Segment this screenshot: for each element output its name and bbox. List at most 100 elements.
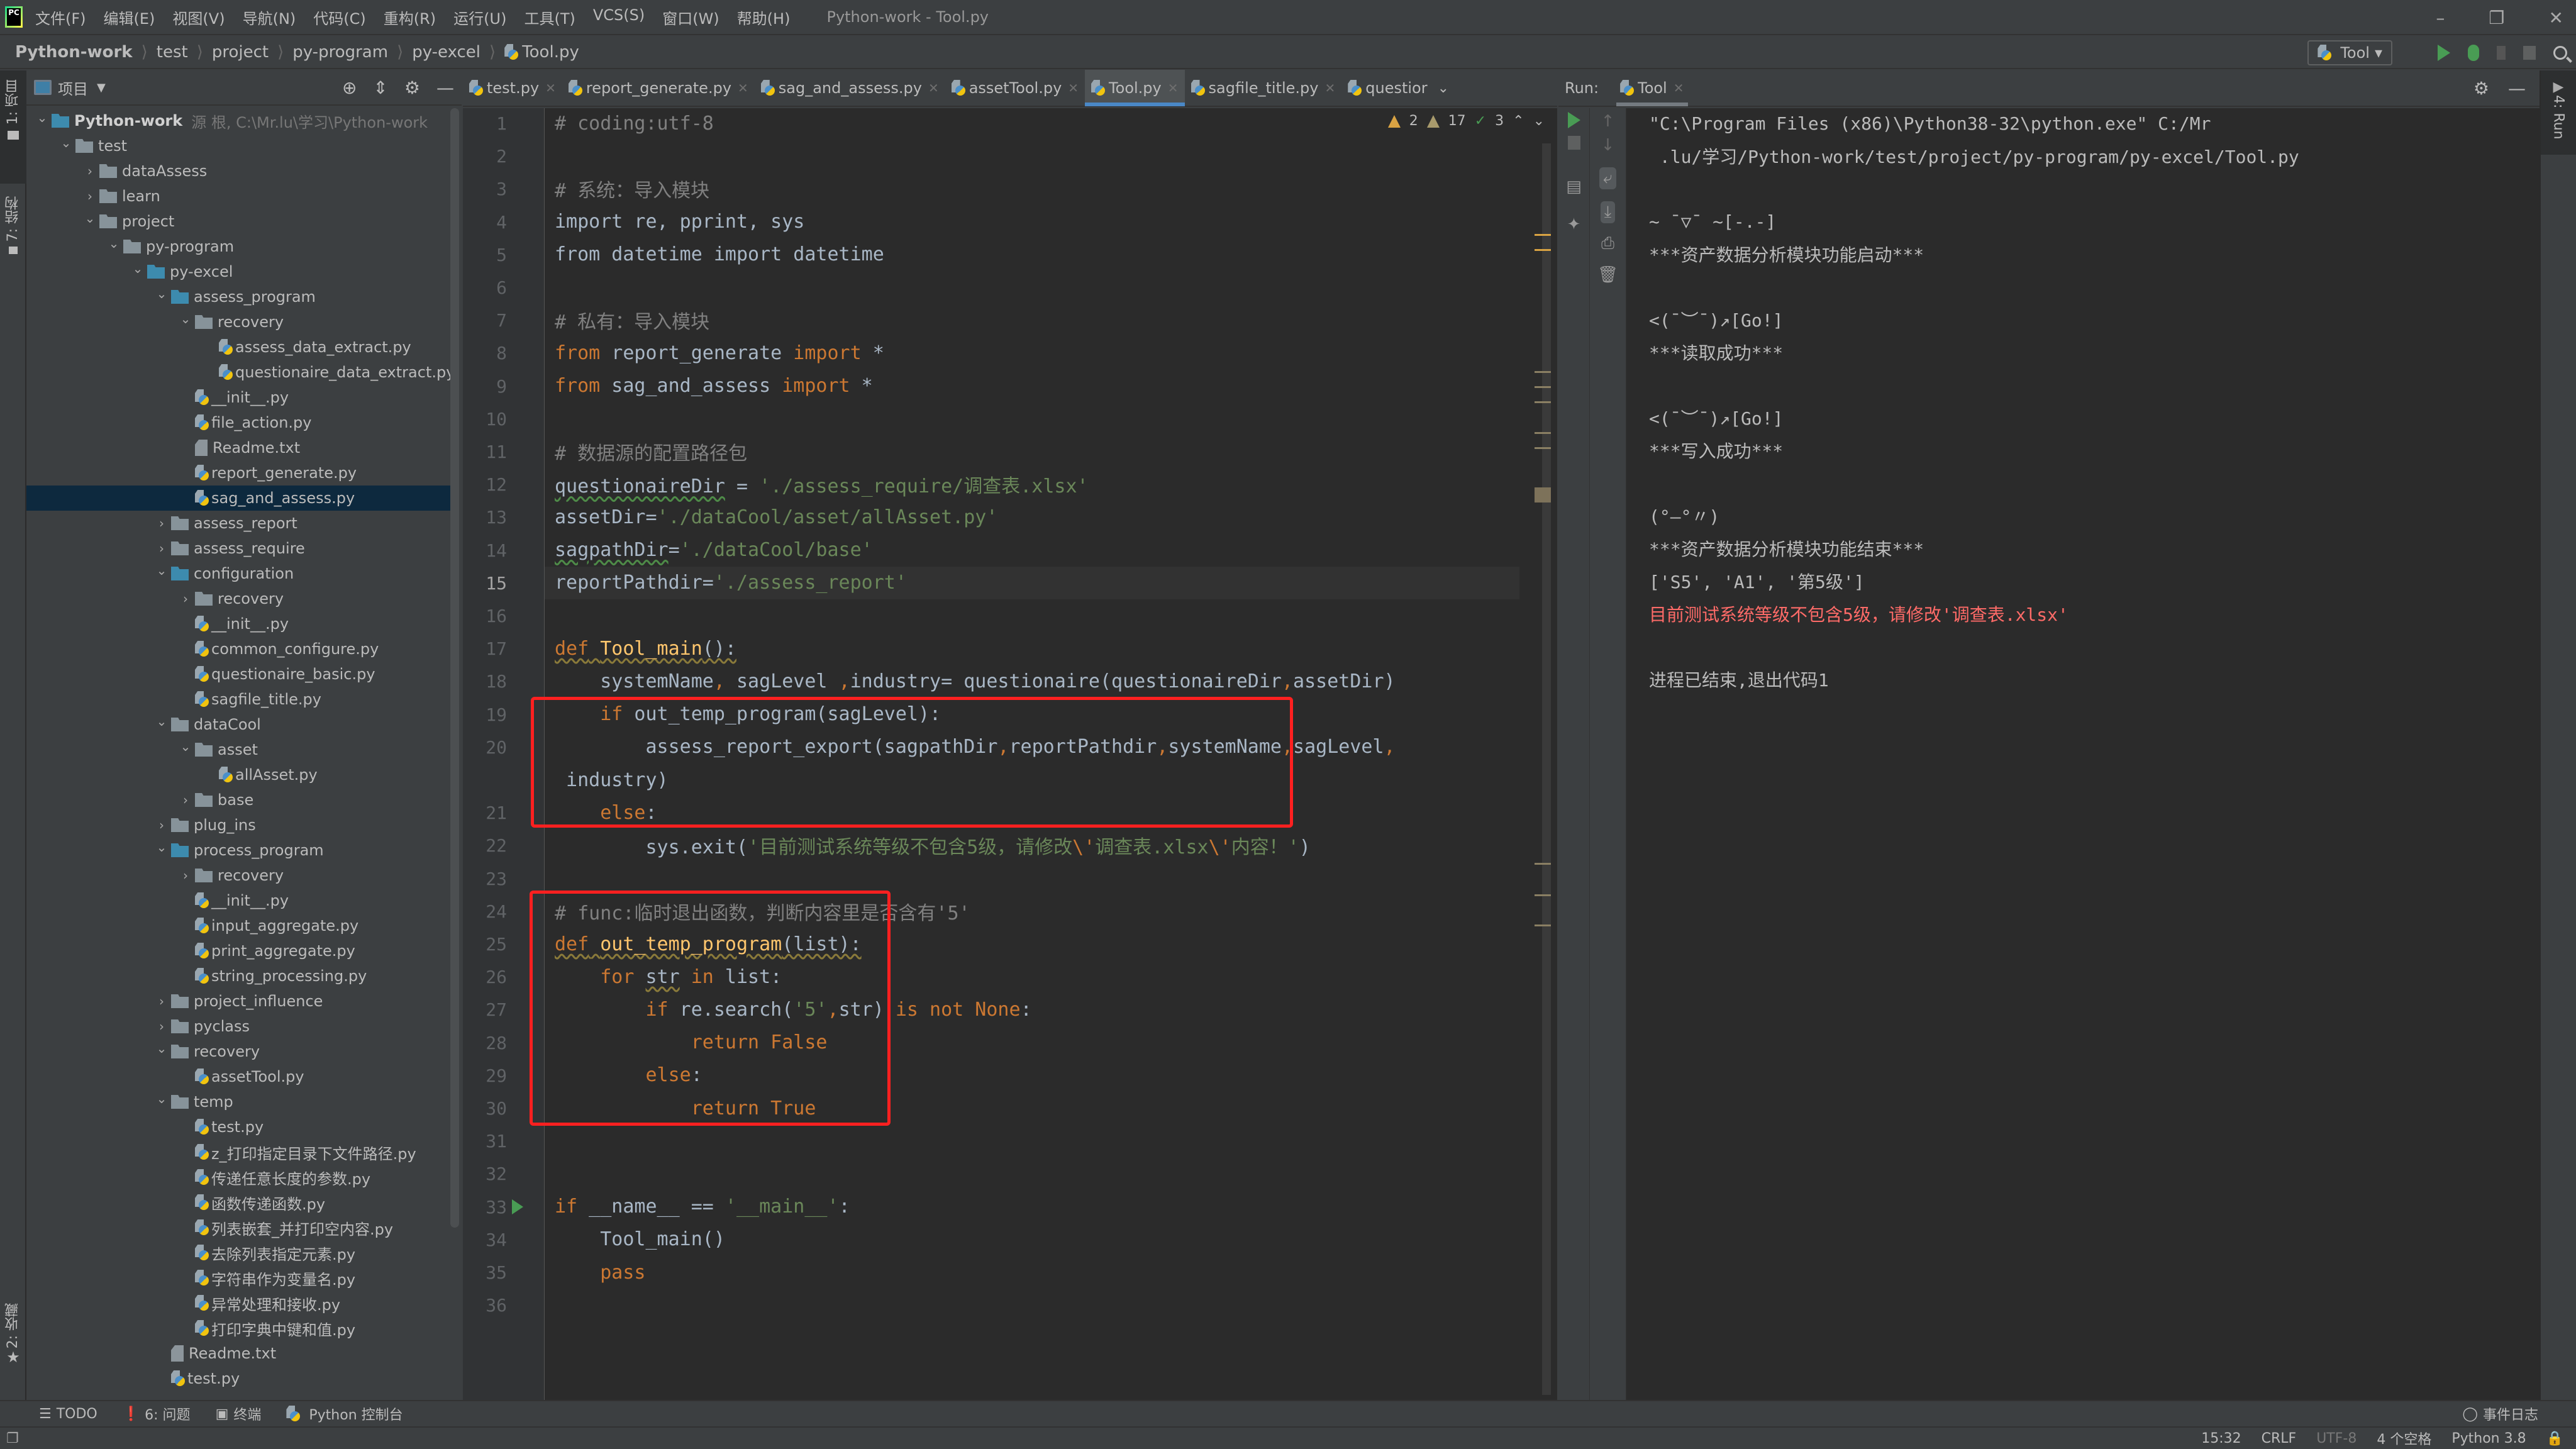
editor-tab[interactable]: report_generate.py ✕ [562,70,755,106]
menu-item[interactable]: 导航(N) [243,6,296,28]
chevron-down-icon[interactable]: ⌄ [152,714,171,729]
menu-item[interactable]: 窗口(W) [662,6,719,28]
tree-item[interactable]: ⌄ Python-work 源 根, C:\Mr.lu\学习\Python-work [26,108,454,133]
menu-item[interactable]: 帮助(H) [737,6,791,28]
python-console-tool-button[interactable]: Python 控制台 [286,1404,403,1424]
chevron-down-icon[interactable]: ⌄ [128,261,147,276]
project-tool-tab[interactable]: 1: 项目 [0,70,26,184]
caret-position[interactable]: 15:32 [2201,1431,2241,1446]
tree-item[interactable]: assetTool.py [26,1064,454,1089]
tree-item[interactable]: › assess_report [26,511,454,536]
search-icon[interactable] [2553,46,2567,60]
chevron-down-icon[interactable]: ⌄ [104,236,123,251]
breadcrumb-item[interactable]: test [157,43,188,62]
code-editor[interactable]: 1 2 3 4 5 6 7 8 9 10 11 12 13 14 15 16 17 18 19 20 21 22 23 24 2… [463,108,1557,1400]
chevron-down-icon[interactable]: ⌄ [33,110,52,125]
code-line[interactable] [545,1157,1519,1190]
scroll-position-marker[interactable] [1535,487,1551,502]
next-highlight-icon[interactable]: ⌄ [1533,113,1545,129]
tree-item[interactable]: ⌄ configuration [26,561,454,586]
hide-panel-icon[interactable]: — [2508,78,2526,99]
minimize-button[interactable]: – [2436,8,2445,28]
menu-item[interactable]: 编辑(E) [104,6,155,28]
code-line[interactable]: import re, pprint, sys [545,206,1519,238]
menu-item[interactable]: 文件(F) [35,6,86,28]
close-tab-icon[interactable]: ✕ [1324,80,1335,96]
code-line[interactable] [545,140,1519,172]
close-tab-icon[interactable]: ✕ [1068,80,1079,96]
gear-icon[interactable]: ⚙ [2473,78,2489,99]
scroll-to-end-icon[interactable]: ⤓ [1590,201,1626,223]
restore-layout-icon[interactable]: ▤ [1558,177,1589,196]
chevron-down-icon[interactable]: ⌄ [152,286,171,301]
tree-item[interactable]: 列表嵌套_并打印空内容.py [26,1215,454,1240]
pin-tab-icon[interactable]: ✦ [1558,215,1589,234]
code-line[interactable]: pass [545,1256,1519,1289]
stop-icon[interactable] [1558,136,1589,150]
code-line[interactable]: if __name__ == '__main__': [545,1191,1519,1223]
tree-item[interactable]: 函数传递函数.py [26,1190,454,1215]
run-gutter-icon[interactable] [512,1199,523,1214]
locate-file-icon[interactable]: ⊕ [342,77,357,98]
close-tab-icon[interactable]: ✕ [1674,80,1684,96]
chevron-down-icon[interactable]: ⌄ [152,840,171,855]
code-line[interactable] [545,862,1519,895]
toggle-tool-windows-icon[interactable]: ❐ [6,1431,19,1446]
tree-item[interactable]: 去除列表指定元素.py [26,1240,454,1265]
code-line[interactable]: # 系统：导入模块 [545,172,1519,205]
gear-icon[interactable]: ⚙ [404,77,420,98]
indent-setting[interactable]: 4 个空格 [2377,1428,2431,1448]
chevron-down-icon[interactable]: ▼ [97,81,106,94]
tree-item[interactable]: ⌄ recovery [26,1039,454,1064]
menu-item[interactable]: 代码(C) [313,6,365,28]
editor-tab[interactable]: Tool.py ✕ [1085,70,1185,106]
menu-item[interactable]: 运行(U) [453,6,506,28]
chevron-right-icon[interactable]: › [176,868,195,883]
code-line[interactable]: from datetime import datetime [545,238,1519,271]
tree-item[interactable]: ⌄ py-excel [26,259,454,284]
trash-icon[interactable]: 🗑 [1590,265,1626,284]
project-panel-title[interactable]: 项目 [58,77,88,99]
stop-icon[interactable] [2523,46,2536,60]
run-configuration-selector[interactable]: Tool ▾ [2307,40,2392,65]
chevron-down-icon[interactable]: ⌄ [176,311,195,326]
code-line[interactable] [545,402,1519,435]
code-line[interactable]: questionaireDir = './assess_require/调查表.… [545,468,1519,501]
tree-item[interactable]: sag_and_assess.py [26,486,454,511]
tree-item[interactable]: ⌄ test [26,133,454,158]
tree-item[interactable]: › project_influence [26,989,454,1014]
tree-item[interactable]: › assess_require [26,536,454,561]
restore-button[interactable]: ❐ [2489,8,2504,28]
chevron-right-icon[interactable]: › [152,994,171,1009]
code-line[interactable]: # 数据源的配置路径包 [545,435,1519,468]
code-line[interactable] [545,271,1519,304]
rerun-icon[interactable] [1558,112,1589,128]
chevron-down-icon[interactable]: ⌄ [152,1091,171,1106]
chevron-right-icon[interactable]: › [80,189,99,204]
tree-item[interactable]: assess_data_extract.py [26,335,454,360]
code-line[interactable] [545,1289,1519,1321]
file-encoding[interactable]: UTF-8 [2316,1431,2357,1446]
tree-item[interactable]: ⌄ process_program [26,838,454,863]
weak-warning-marker[interactable] [1535,924,1551,926]
editor-scrollbar[interactable] [1542,143,1551,1395]
editor-tab[interactable]: sag_and_assess.py ✕ [755,70,945,106]
tree-item[interactable]: string_processing.py [26,963,454,989]
code-line[interactable]: reportPathdir='./assess_report' [545,566,1519,599]
event-log-button[interactable]: ◯ 事件日志 [2462,1404,2538,1424]
breadcrumb-item[interactable]: project [212,43,269,62]
code-line[interactable]: Tool_main() [545,1223,1519,1256]
chevron-right-icon[interactable]: › [152,818,171,833]
soft-wrap-icon[interactable]: ⤶ [1590,167,1626,189]
tree-item[interactable]: print_aggregate.py [26,938,454,963]
tree-item[interactable]: › base [26,787,454,813]
tree-item[interactable]: › learn [26,184,454,209]
tree-item[interactable]: 字符串作为变量名.py [26,1265,454,1291]
warning-marker[interactable] [1535,249,1551,251]
tree-item[interactable]: Readme.txt [26,1341,454,1366]
breadcrumb-item[interactable]: py-excel [412,43,480,62]
print-icon[interactable]: ⎙ [1590,234,1626,253]
close-tab-icon[interactable]: ✕ [545,80,556,96]
tree-item[interactable]: ⌄ recovery [26,309,454,335]
chevron-right-icon[interactable]: › [176,591,195,606]
